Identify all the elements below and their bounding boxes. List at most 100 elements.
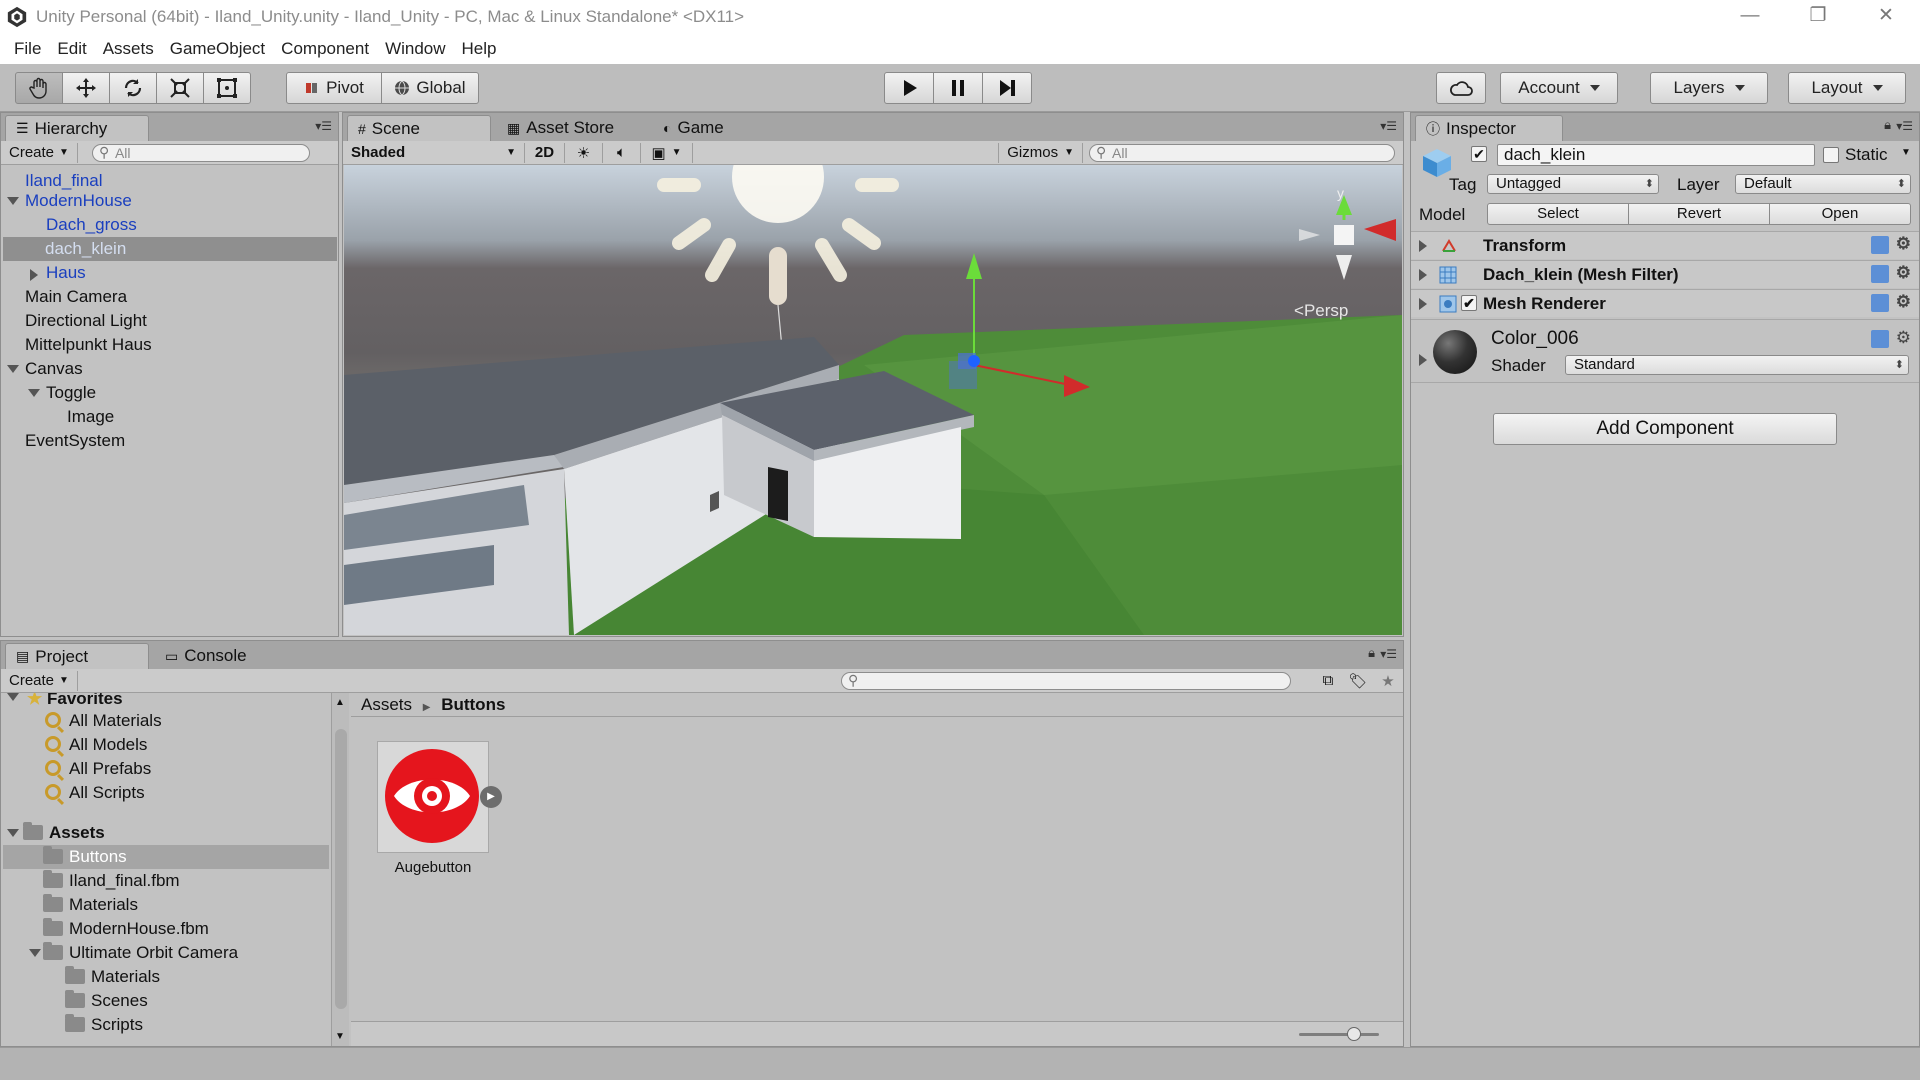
hierarchy-item-main-camera[interactable]: Main Camera bbox=[25, 285, 127, 309]
breadcrumb-current[interactable]: Buttons bbox=[441, 695, 505, 714]
folder-item-orbit-materials[interactable]: Materials bbox=[65, 965, 160, 989]
mesh-renderer-enabled-checkbox[interactable]: ✔ bbox=[1461, 295, 1477, 311]
layer-dropdown[interactable]: Default bbox=[1735, 174, 1911, 194]
folder-item-ultimate-orbit-camera[interactable]: Ultimate Orbit Camera bbox=[43, 941, 238, 965]
menu-component[interactable]: Component bbox=[273, 39, 377, 59]
lock-icon[interactable]: 🔒︎ bbox=[1884, 117, 1891, 133]
panel-menu-icon[interactable]: ▾☰ bbox=[315, 119, 332, 133]
folder-item-iland-final-fbm[interactable]: Iland_final.fbm bbox=[43, 869, 180, 893]
shader-dropdown[interactable]: Standard bbox=[1565, 355, 1909, 375]
icon-size-slider-track[interactable] bbox=[1299, 1033, 1379, 1036]
collapse-arrow-icon[interactable] bbox=[1419, 354, 1427, 366]
static-checkbox[interactable] bbox=[1823, 147, 1839, 163]
scale-tool-button[interactable] bbox=[156, 72, 204, 104]
breadcrumb-root[interactable]: Assets bbox=[361, 695, 412, 714]
model-select-button[interactable]: Select bbox=[1487, 203, 1629, 225]
menu-assets[interactable]: Assets bbox=[95, 39, 162, 59]
layout-dropdown[interactable]: Layout bbox=[1788, 72, 1906, 104]
play-preview-icon[interactable]: ▶ bbox=[480, 786, 502, 808]
minimize-button[interactable]: — bbox=[1716, 0, 1784, 34]
hierarchy-create-dropdown[interactable]: Create ▼ bbox=[1, 142, 78, 163]
scrollbar-thumb[interactable] bbox=[335, 729, 347, 1009]
tab-hierarchy[interactable]: ☰ Hierarchy bbox=[5, 115, 149, 141]
pivot-toggle-button[interactable]: Pivot bbox=[286, 72, 382, 104]
gear-icon[interactable]: ⚙ bbox=[1896, 292, 1911, 312]
hierarchy-item-toggle[interactable]: Toggle bbox=[46, 381, 96, 405]
tab-scene[interactable]: # Scene bbox=[347, 115, 491, 141]
gear-icon[interactable]: ⚙ bbox=[1896, 328, 1911, 348]
filter-type-icon[interactable]: ⧉ bbox=[1313, 672, 1343, 689]
panel-menu-icon[interactable]: ▾☰ bbox=[1380, 647, 1397, 661]
star-icon[interactable]: ★ bbox=[1373, 672, 1403, 690]
favorite-item-all-scripts[interactable]: All Scripts bbox=[45, 781, 145, 805]
folder-item-buttons[interactable]: Buttons bbox=[3, 845, 329, 869]
restore-button[interactable]: ❐ bbox=[1784, 0, 1852, 34]
menu-edit[interactable]: Edit bbox=[49, 39, 94, 59]
tab-console[interactable]: ▭ Console bbox=[155, 643, 285, 669]
project-search-input[interactable] bbox=[841, 671, 1291, 690]
lock-icon[interactable]: 🔒︎ bbox=[1368, 645, 1375, 661]
scroll-up-icon[interactable]: ▲ bbox=[335, 697, 345, 708]
active-checkbox[interactable]: ✔ bbox=[1471, 146, 1487, 162]
gear-icon[interactable]: ⚙ bbox=[1896, 263, 1911, 283]
project-create-dropdown[interactable]: Create ▼ bbox=[1, 670, 78, 691]
help-book-icon[interactable] bbox=[1871, 330, 1889, 348]
tag-dropdown[interactable]: Untagged bbox=[1487, 174, 1659, 194]
hierarchy-item-dach-gross[interactable]: Dach_gross bbox=[46, 213, 137, 237]
layers-dropdown[interactable]: Layers bbox=[1650, 72, 1768, 104]
rect-tool-button[interactable] bbox=[203, 72, 251, 104]
hierarchy-item-directional-light[interactable]: Directional Light bbox=[25, 309, 147, 333]
chevron-down-icon[interactable]: ▼ bbox=[1901, 147, 1911, 158]
expand-arrow-icon[interactable] bbox=[7, 197, 19, 205]
folder-item-scripts[interactable]: Scripts bbox=[65, 1013, 143, 1037]
assets-root[interactable]: Assets bbox=[23, 821, 105, 845]
hierarchy-item-eventsystem[interactable]: EventSystem bbox=[25, 429, 125, 453]
gear-icon[interactable]: ⚙ bbox=[1896, 234, 1911, 254]
menu-gameobject[interactable]: GameObject bbox=[162, 39, 273, 59]
menu-file[interactable]: File bbox=[6, 39, 49, 59]
2d-toggle-button[interactable]: 2D bbox=[525, 142, 565, 163]
hierarchy-item-canvas[interactable]: Canvas bbox=[25, 357, 83, 381]
scene-search-input[interactable]: All bbox=[1089, 143, 1395, 162]
hierarchy-search-input[interactable]: All bbox=[91, 143, 310, 162]
expand-arrow-icon[interactable] bbox=[29, 949, 41, 957]
hierarchy-item-mittelpunkt-haus[interactable]: Mittelpunkt Haus bbox=[25, 333, 152, 357]
help-book-icon[interactable] bbox=[1871, 236, 1889, 254]
expand-arrow-icon[interactable] bbox=[28, 389, 40, 397]
model-revert-button[interactable]: Revert bbox=[1629, 203, 1770, 225]
asset-thumbnail[interactable]: ▶ bbox=[377, 741, 502, 853]
pause-button[interactable] bbox=[933, 72, 983, 104]
folder-item-scenes[interactable]: Scenes bbox=[65, 989, 148, 1013]
gizmos-dropdown[interactable]: Gizmos ▼ bbox=[998, 142, 1083, 163]
hierarchy-item-modernhouse[interactable]: ModernHouse bbox=[25, 189, 132, 213]
component-mesh-filter[interactable]: Dach_klein (Mesh Filter) ⚙ bbox=[1411, 260, 1919, 288]
component-transform[interactable]: Transform ⚙ bbox=[1411, 231, 1919, 259]
tab-project[interactable]: ▤ Project bbox=[5, 643, 149, 669]
expand-arrow-icon[interactable] bbox=[7, 693, 19, 701]
panel-menu-icon[interactable]: ▾☰ bbox=[1380, 119, 1397, 133]
component-mesh-renderer[interactable]: ✔ Mesh Renderer ⚙ bbox=[1411, 289, 1919, 317]
expand-arrow-icon[interactable] bbox=[7, 365, 19, 373]
cloud-button[interactable] bbox=[1436, 72, 1486, 104]
icon-size-slider-thumb[interactable] bbox=[1347, 1027, 1361, 1041]
menu-window[interactable]: Window bbox=[377, 39, 453, 59]
play-button[interactable] bbox=[884, 72, 934, 104]
move-tool-button[interactable] bbox=[62, 72, 110, 104]
tab-game[interactable]: ◐ Game bbox=[653, 115, 763, 141]
model-open-button[interactable]: Open bbox=[1770, 203, 1911, 225]
hierarchy-item-haus[interactable]: Haus bbox=[46, 261, 86, 285]
folder-item-materials[interactable]: Materials bbox=[43, 893, 138, 917]
favorite-item-all-models[interactable]: All Models bbox=[45, 733, 147, 757]
add-component-button[interactable]: Add Component bbox=[1493, 413, 1837, 445]
collapse-arrow-icon[interactable] bbox=[30, 269, 38, 281]
expand-arrow-icon[interactable] bbox=[7, 829, 19, 837]
close-button[interactable]: ✕ bbox=[1852, 0, 1920, 34]
global-toggle-button[interactable]: Global bbox=[381, 72, 479, 104]
tab-asset-store[interactable]: ▦ Asset Store bbox=[497, 115, 647, 141]
account-dropdown[interactable]: Account bbox=[1500, 72, 1618, 104]
tag-icon[interactable]: 🏷︎ bbox=[1343, 672, 1373, 690]
effects-dropdown[interactable]: ▣ ▼ bbox=[641, 142, 693, 163]
persp-label[interactable]: <Persp bbox=[1294, 301, 1348, 321]
folder-tree-scrollbar[interactable]: ▲ ▼ bbox=[331, 693, 349, 1046]
hierarchy-item-image[interactable]: Image bbox=[67, 405, 114, 429]
